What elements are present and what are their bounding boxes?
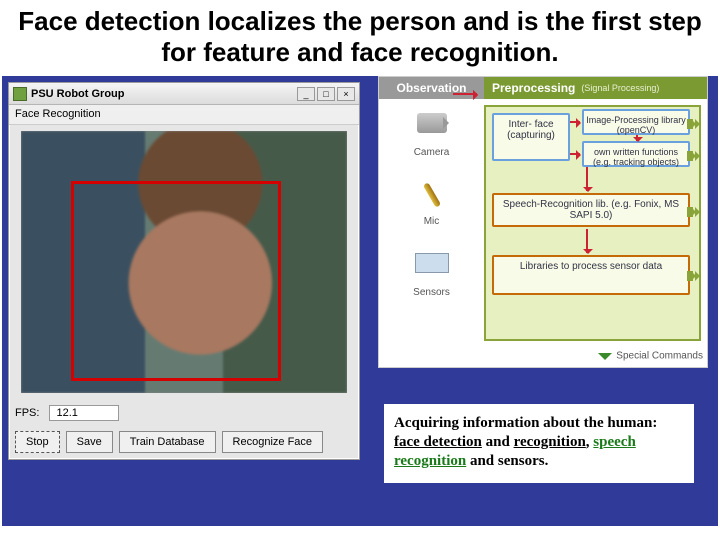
content-area: PSU Robot Group _ □ × Face Recognition F… [2,76,718,526]
camera-item: Camera [412,109,452,158]
mic-icon [412,182,452,214]
camera-icon [412,113,452,145]
speech-recognition-box: Speech-Recognition lib. (e.g. Fonix, MS … [492,193,690,227]
preprocessing-header-text: Preprocessing [492,81,575,95]
save-button[interactable]: Save [66,431,113,453]
recognize-face-button[interactable]: Recognize Face [222,431,324,453]
interface-box: Inter- face (capturing) [492,113,570,161]
sensors-item: Sensors [412,249,452,298]
arrow-icon [586,229,588,253]
observation-column: Camera Mic Sensors [379,99,484,347]
caption-box: Acquiring information about the human: f… [384,404,694,482]
output-arrow-icon [687,207,701,217]
fps-label: FPS: [15,407,39,419]
close-button[interactable]: × [337,87,355,101]
image-processing-lib-box: Image-Processing library (openCV) [582,109,690,135]
app-icon [13,87,27,101]
caption-mid1: and [482,434,514,450]
caption-face-detection: face detection [394,434,482,450]
special-commands-label: Special Commands [598,349,703,363]
train-database-button[interactable]: Train Database [119,431,216,453]
titlebar: PSU Robot Group _ □ × [9,83,359,105]
arrow-icon [636,135,638,141]
observation-header: Observation [379,77,484,99]
caption-recognition: recognition [514,434,586,450]
caption-lead: Acquiring information about the human: [394,415,657,431]
window-title: PSU Robot Group [31,88,297,100]
maximize-button[interactable]: □ [317,87,335,101]
slide-title: Face detection localizes the person and … [0,0,720,72]
arrow-icon [570,121,580,123]
video-feed [21,131,347,393]
caption-tail: and sensors. [466,453,548,469]
camera-label: Camera [414,147,450,158]
arrow-icon [586,167,588,191]
sensor-data-lib-box: Libraries to process sensor data [492,255,690,295]
mic-label: Mic [424,216,440,227]
mic-item: Mic [412,180,452,227]
output-arrow-icon [687,119,701,129]
arrow-icon [453,93,477,95]
output-arrow-icon [687,271,701,281]
app-window: PSU Robot Group _ □ × Face Recognition F… [8,82,360,460]
section-label: Face Recognition [9,105,359,125]
preprocessing-column: Inter- face (capturing) Image-Processing… [484,105,701,341]
face-detection-box [71,181,281,381]
preprocessing-header: Preprocessing (Signal Processing) [484,77,707,99]
output-arrow-icon [687,151,701,161]
sensors-label: Sensors [413,287,450,298]
fps-value: 12.1 [49,405,119,421]
stop-button[interactable]: Stop [15,431,60,453]
minimize-button[interactable]: _ [297,87,315,101]
pipeline-diagram: Observation Preprocessing (Signal Proces… [378,76,708,368]
arrow-icon [570,153,580,155]
sensors-icon [412,253,452,285]
preprocessing-subheader: (Signal Processing) [581,83,659,93]
